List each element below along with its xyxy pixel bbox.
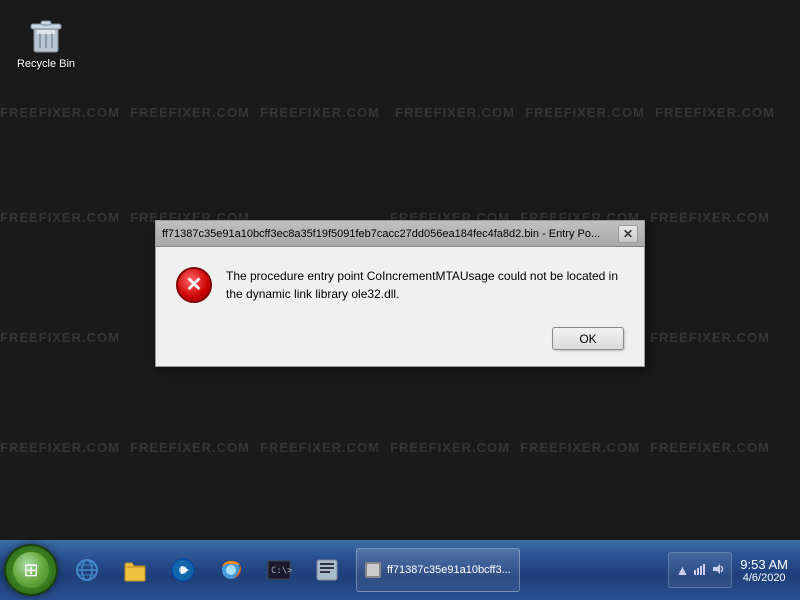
taskbar: ⊞ [0, 540, 800, 600]
desktop: FREEFIXER.COM FREEFIXER.COM FREEFIXER.CO… [0, 0, 800, 540]
media-player-icon[interactable] [160, 546, 206, 594]
dialog-content: ✕ The procedure entry point CoIncrementM… [176, 267, 624, 303]
watermark: FREEFIXER.COM [395, 105, 515, 120]
watermark: FREEFIXER.COM [0, 210, 120, 225]
watermark: FREEFIXER.COM [130, 105, 250, 120]
active-item-icon [365, 562, 381, 578]
ok-button[interactable]: OK [552, 327, 624, 350]
taskbar-quick-launch: C:\>_ [64, 540, 350, 600]
watermark: FREEFIXER.COM [650, 330, 770, 345]
dialog-message: The procedure entry point CoIncrementMTA… [226, 267, 624, 303]
ie-icon[interactable] [64, 546, 110, 594]
watermark: FREEFIXER.COM [0, 105, 120, 120]
tray-arrow-icon[interactable]: ▲ [675, 562, 689, 578]
dialog-footer: OK [176, 323, 624, 350]
recycle-bin-label: Recycle Bin [17, 58, 75, 70]
recycle-bin-icon[interactable]: Recycle Bin [10, 10, 82, 74]
watermark: FREEFIXER.COM [0, 330, 120, 345]
dialog-close-button[interactable]: ✕ [618, 225, 638, 243]
firefox-icon[interactable] [208, 546, 254, 594]
watermark: FREEFIXER.COM [525, 105, 645, 120]
network-icon[interactable] [693, 562, 707, 579]
error-x-mark: ✕ [186, 275, 203, 295]
watermark: FREEFIXER.COM [130, 440, 250, 455]
clock-time: 9:53 AM [740, 557, 788, 572]
start-button[interactable]: ⊞ [4, 544, 58, 596]
watermark: FREEFIXER.COM [260, 105, 380, 120]
watermark: FREEFIXER.COM [0, 440, 120, 455]
dialog-body: ✕ The procedure entry point CoIncrementM… [156, 247, 644, 366]
taskbar-active-item[interactable]: ff71387c35e91a10bcff3... [356, 548, 520, 592]
dialog-titlebar: ff71387c35e91a10bcff3ec8a35f19f5091feb7c… [156, 221, 644, 247]
active-item-label: ff71387c35e91a10bcff3... [387, 564, 511, 576]
windows-logo-icon: ⊞ [23, 560, 38, 581]
error-icon-circle: ✕ [176, 267, 212, 303]
watermark: FREEFIXER.COM [520, 440, 640, 455]
watermark: FREEFIXER.COM [390, 440, 510, 455]
unknown-app-icon[interactable] [304, 546, 350, 594]
dialog-title: ff71387c35e91a10bcff3ec8a35f19f5091feb7c… [162, 228, 614, 240]
clock[interactable]: 9:53 AM 4/6/2020 [732, 540, 796, 600]
watermark: FREEFIXER.COM [650, 210, 770, 225]
error-icon: ✕ [176, 267, 212, 303]
watermark: FREEFIXER.COM [260, 440, 380, 455]
watermark: FREEFIXER.COM [655, 105, 775, 120]
clock-date: 4/6/2020 [743, 572, 786, 584]
svg-text:C:\>_: C:\>_ [271, 566, 292, 576]
recycle-bin-image [26, 14, 66, 54]
tray-icons-area: ▲ [668, 552, 732, 588]
cmd-icon[interactable]: C:\>_ [256, 546, 302, 594]
error-dialog: ff71387c35e91a10bcff3ec8a35f19f5091feb7c… [155, 220, 645, 367]
explorer-icon[interactable] [112, 546, 158, 594]
start-orb: ⊞ [13, 552, 49, 588]
system-tray: ▲ 9:53 AM 4/6/2020 [668, 540, 800, 600]
watermark: FREEFIXER.COM [650, 440, 770, 455]
volume-icon[interactable] [711, 562, 725, 579]
